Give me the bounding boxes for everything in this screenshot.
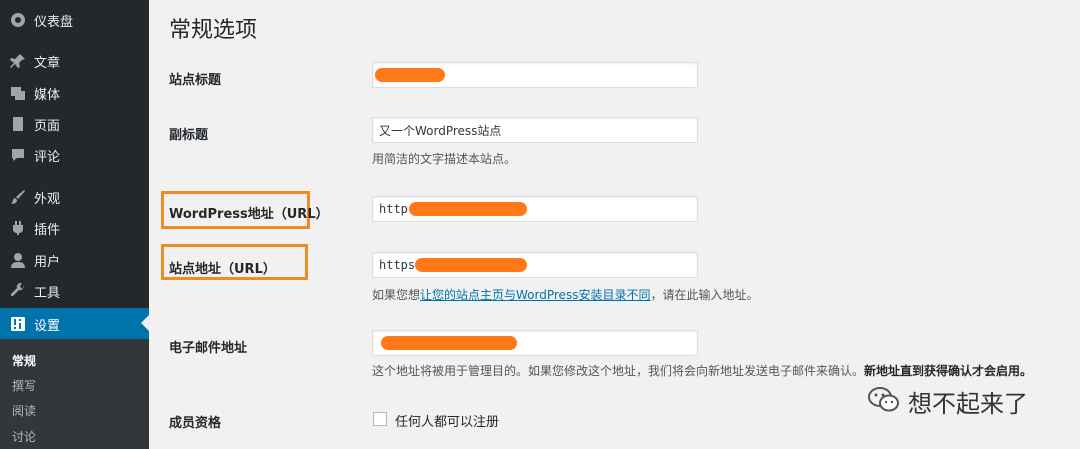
membership-label: 成员资格 xyxy=(169,416,222,431)
admin-email-label: 电子邮件地址 xyxy=(169,341,248,356)
membership-checkbox[interactable] xyxy=(373,412,387,426)
redaction-mark xyxy=(381,336,517,350)
menu-item-posts[interactable]: 文章 xyxy=(0,46,149,76)
menu-item-label: 文章 xyxy=(34,55,61,71)
menu-item-label: 评论 xyxy=(34,149,61,165)
membership-checkbox-label[interactable]: 任何人都可以注册 xyxy=(395,411,499,430)
comment-icon xyxy=(10,147,26,163)
menu-item-comments[interactable]: 评论 xyxy=(0,140,149,170)
settings-main: 常规选项 站点标题 副标题 又一个WordPress站点 用简洁的文字描述本站点… xyxy=(149,0,1080,449)
menu-item-appearance[interactable]: 外观 xyxy=(0,182,149,212)
settings-icon xyxy=(10,316,26,332)
menu-item-label: 媒体 xyxy=(34,87,61,103)
page-icon xyxy=(10,116,26,132)
menu-item-dashboard[interactable]: 仪表盘 xyxy=(0,5,149,35)
page-title: 常规选项 xyxy=(169,18,258,43)
menu-item-label: 工具 xyxy=(34,285,61,301)
dashboard-icon xyxy=(10,12,26,28)
redaction-mark xyxy=(375,68,445,82)
menu-item-pages[interactable]: 页面 xyxy=(0,109,149,139)
tagline-description: 用简洁的文字描述本站点。 xyxy=(372,152,517,166)
site-url-label: 站点地址（URL） xyxy=(169,262,276,277)
submenu-writing[interactable]: 撰写 xyxy=(12,377,36,394)
admin-email-description: 这个地址将被用于管理目的。如果您修改这个地址，我们将会向新地址发送电子邮件来确认… xyxy=(372,362,1032,379)
media-icon xyxy=(10,85,26,101)
desc-text: ，请在此输入地址。 xyxy=(650,288,759,302)
desc-bold-text: 新地址直到获得确认才会启用。 xyxy=(864,364,1033,378)
site-url-description: 如果您想让您的站点主页与WordPress安装目录不同，请在此输入地址。 xyxy=(372,286,758,303)
menu-item-label: 用户 xyxy=(34,254,61,270)
desc-text: 这个地址将被用于管理目的。如果您修改这个地址，我们将会向新地址发送电子邮件来确认… xyxy=(372,364,865,378)
admin-sidebar: 仪表盘 文章 媒体 页面 评论 外观 插件 用户 工具 设置 常规 撰写 阅读 … xyxy=(0,0,149,449)
user-icon xyxy=(10,252,26,268)
menu-item-tools[interactable]: 工具 xyxy=(0,276,149,306)
wp-url-label: WordPress地址（URL） xyxy=(169,207,329,222)
desc-text: 如果您想 xyxy=(372,288,421,302)
menu-item-label: 设置 xyxy=(34,318,61,334)
wechat-icon xyxy=(868,386,900,418)
pushpin-icon xyxy=(10,53,26,69)
menu-item-plugins[interactable]: 插件 xyxy=(0,213,149,243)
brush-icon xyxy=(10,189,26,205)
plugin-icon xyxy=(10,220,26,236)
menu-item-label: 页面 xyxy=(34,118,61,134)
menu-item-media[interactable]: 媒体 xyxy=(0,78,149,108)
site-title-label: 站点标题 xyxy=(169,73,222,88)
settings-submenu: 常规 撰写 阅读 讨论 xyxy=(0,339,149,449)
menu-item-label: 插件 xyxy=(34,222,61,238)
menu-item-users[interactable]: 用户 xyxy=(0,245,149,275)
menu-item-label: 仪表盘 xyxy=(34,14,74,30)
menu-item-settings[interactable]: 设置 xyxy=(0,308,149,340)
redaction-mark xyxy=(415,258,527,272)
wrench-icon xyxy=(10,283,26,299)
submenu-reading[interactable]: 阅读 xyxy=(12,402,36,419)
site-url-help-link[interactable]: 让您的站点主页与WordPress安装目录不同 xyxy=(420,288,650,302)
tagline-input[interactable]: 又一个WordPress站点 xyxy=(372,117,698,143)
menu-item-label: 外观 xyxy=(34,191,61,207)
tagline-label: 副标题 xyxy=(169,128,209,143)
submenu-discussion[interactable]: 讨论 xyxy=(12,428,36,445)
watermark: 想不起来了 xyxy=(868,384,1028,419)
submenu-general[interactable]: 常规 xyxy=(12,352,36,369)
redaction-mark xyxy=(409,202,527,216)
watermark-text: 想不起来了 xyxy=(908,390,1028,418)
